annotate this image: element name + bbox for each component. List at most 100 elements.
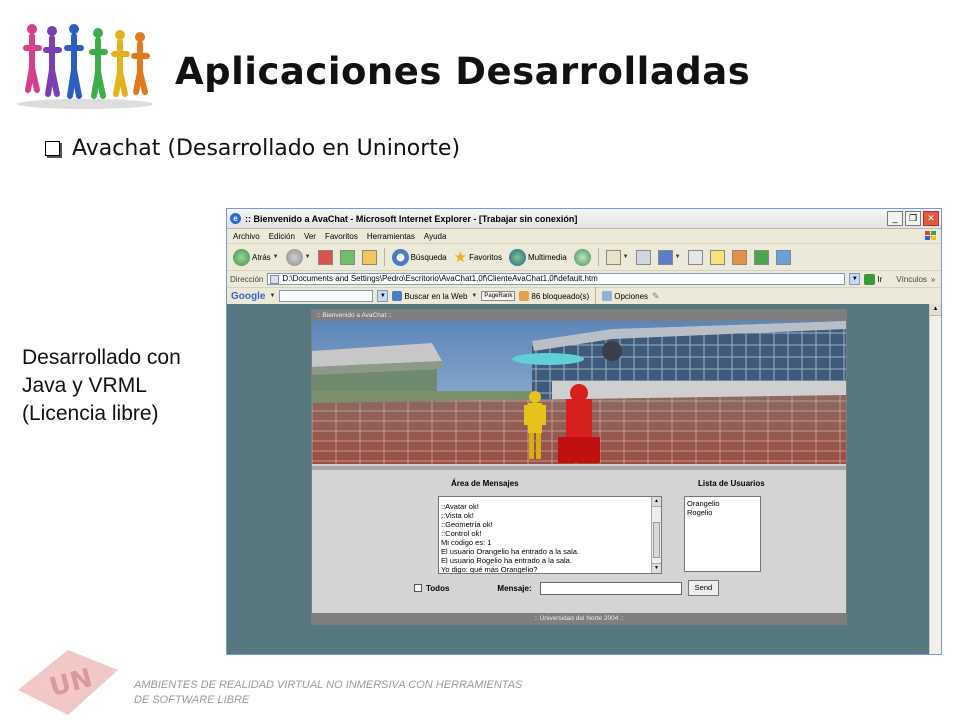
browser-window: e :: Bienvenido a AvaChat - Microsoft In…: [226, 208, 942, 655]
favorites-button[interactable]: ★ Favoritos: [452, 246, 504, 268]
minimize-button[interactable]: _: [887, 211, 903, 226]
note-icon: [709, 249, 725, 265]
ie-icon: e: [230, 213, 241, 224]
google-dropdown-button[interactable]: ▼: [377, 290, 389, 302]
users-list[interactable]: Orangelio Rogelio: [684, 496, 761, 572]
refresh-button[interactable]: [338, 246, 357, 268]
message-line: El usuario Rogelio ha entrado a la sala.: [441, 556, 572, 565]
search-button[interactable]: Búsqueda: [390, 246, 449, 268]
refresh-icon: [339, 249, 355, 265]
menu-edicion[interactable]: Edición: [269, 232, 295, 241]
toolbar-separator: [595, 287, 597, 305]
multimedia-button[interactable]: Multimedia: [507, 246, 569, 268]
side-note-line: Desarrollado con: [22, 346, 181, 369]
dropdown-arrow-icon: ▼: [272, 254, 279, 260]
message-line: ::Control ok!: [441, 529, 482, 538]
scroll-up-icon[interactable]: ▲: [930, 304, 941, 316]
scroll-thumb[interactable]: [653, 522, 660, 558]
options-icon: [602, 291, 613, 301]
discuss-icon: [687, 249, 703, 265]
blocked-count: 86 bloqueado(s): [531, 291, 590, 301]
dropdown-arrow-icon: ▼: [622, 254, 629, 260]
favorites-label: Favoritos: [469, 252, 502, 262]
forward-button[interactable]: ▼: [284, 246, 313, 268]
stop-button[interactable]: [316, 246, 335, 268]
messages-label: Área de Mensajes: [451, 479, 519, 488]
title-bar: e :: Bienvenido a AvaChat - Microsoft In…: [227, 209, 941, 229]
messages-scrollbar[interactable]: ▲ ▼: [651, 497, 661, 573]
menu-bar: Archivo Edición Ver Favoritos Herramient…: [227, 229, 941, 244]
chevron-right-icon[interactable]: »: [931, 275, 935, 284]
research-button[interactable]: [730, 246, 749, 268]
google-logo[interactable]: Google: [231, 291, 265, 302]
chat-panel: Área de Mensajes Lista de Usuarios ::Ava…: [312, 470, 846, 616]
window-controls: _ ❐ ✕: [887, 211, 939, 226]
toolbar-separator: [597, 248, 599, 266]
footer-text: AMBIENTES DE REALIDAD VIRTUAL NO INMERSI…: [134, 678, 522, 708]
pencil-icon[interactable]: ✎: [652, 291, 660, 302]
standard-toolbar: Atrás ▼ ▼ Búsqueda ★ Favoritos Multimedi…: [227, 244, 941, 271]
message-input[interactable]: [539, 581, 682, 595]
discuss-button[interactable]: [686, 246, 705, 268]
home-button[interactable]: [360, 246, 379, 268]
un-logo-icon: UN: [18, 650, 118, 715]
user-item[interactable]: Orangelio: [687, 499, 760, 508]
page-scrollbar[interactable]: ▲: [929, 304, 941, 654]
messages-area[interactable]: ::Avatar ok! ::Vista ok! ::Geometría ok!…: [438, 496, 662, 574]
options-button[interactable]: Opciones: [602, 291, 648, 301]
all-checkbox[interactable]: [414, 584, 422, 592]
popup-blocker-button[interactable]: 86 bloqueado(s): [519, 291, 589, 301]
contacts-button[interactable]: [774, 246, 793, 268]
google-search-input[interactable]: [279, 290, 374, 302]
mail-button[interactable]: ▼: [604, 246, 631, 268]
user-item[interactable]: Rogelio: [687, 508, 760, 517]
research-icon: [731, 249, 747, 265]
back-button[interactable]: Atrás ▼: [231, 246, 281, 268]
message-line: ::Vista ok!: [441, 511, 474, 520]
send-button[interactable]: Send: [687, 580, 720, 596]
menu-ver[interactable]: Ver: [304, 232, 316, 241]
all-label: Todos: [426, 583, 450, 593]
search-web-button[interactable]: Buscar en la Web: [392, 291, 467, 301]
dropdown-arrow-icon[interactable]: ▼: [269, 293, 275, 299]
menu-favoritos[interactable]: Favoritos: [325, 232, 358, 241]
back-label: Atrás: [252, 252, 271, 262]
address-input[interactable]: D:\Documents and Settings\Pedro\Escritor…: [267, 273, 846, 285]
search-icon: [392, 291, 403, 301]
multimedia-icon: [508, 248, 526, 266]
message-label: Mensaje:: [497, 583, 532, 593]
menu-archivo[interactable]: Archivo: [233, 232, 260, 241]
restore-button[interactable]: ❐: [905, 211, 921, 226]
messenger-button[interactable]: [752, 246, 771, 268]
page-icon: [270, 275, 280, 284]
menu-ayuda[interactable]: Ayuda: [424, 232, 447, 241]
mail-icon: [605, 249, 621, 265]
close-button[interactable]: ✕: [923, 211, 939, 226]
scroll-up-icon[interactable]: ▲: [652, 497, 661, 507]
menu-herramientas[interactable]: Herramientas: [367, 232, 415, 241]
notes-button[interactable]: [708, 246, 727, 268]
dropdown-arrow-icon[interactable]: ▼: [471, 293, 477, 299]
checkbox-bullet-icon: [45, 141, 60, 156]
go-button[interactable]: Ir: [864, 273, 882, 285]
bullet-item: Avachat (Desarrollado en Uninorte): [45, 136, 460, 161]
address-value: D:\Documents and Settings\Pedro\Escritor…: [282, 274, 598, 283]
go-arrow-icon: [864, 273, 876, 285]
windows-logo-icon: [925, 231, 936, 240]
address-dropdown-button[interactable]: ▼: [849, 273, 861, 285]
vrml-3d-scene[interactable]: [312, 321, 846, 464]
star-icon: ★: [453, 249, 468, 266]
history-button[interactable]: [572, 246, 593, 268]
scroll-down-icon[interactable]: ▼: [652, 563, 661, 573]
dropdown-arrow-icon: ▼: [304, 254, 311, 260]
address-label: Dirección: [230, 274, 264, 284]
links-label[interactable]: Vínculos: [896, 275, 927, 284]
pagerank-indicator: PageRank: [481, 291, 516, 301]
address-bar: Dirección D:\Documents and Settings\Pedr…: [227, 271, 941, 288]
edit-word-button[interactable]: ▼: [656, 246, 683, 268]
footer-line: DE SOFTWARE LIBRE: [134, 694, 250, 706]
bullet-text: Avachat (Desarrollado en Uninorte): [72, 136, 461, 161]
message-line: Mi codigo es: 1: [441, 538, 492, 547]
dropdown-arrow-icon: ▼: [674, 254, 681, 260]
print-button[interactable]: [634, 246, 653, 268]
